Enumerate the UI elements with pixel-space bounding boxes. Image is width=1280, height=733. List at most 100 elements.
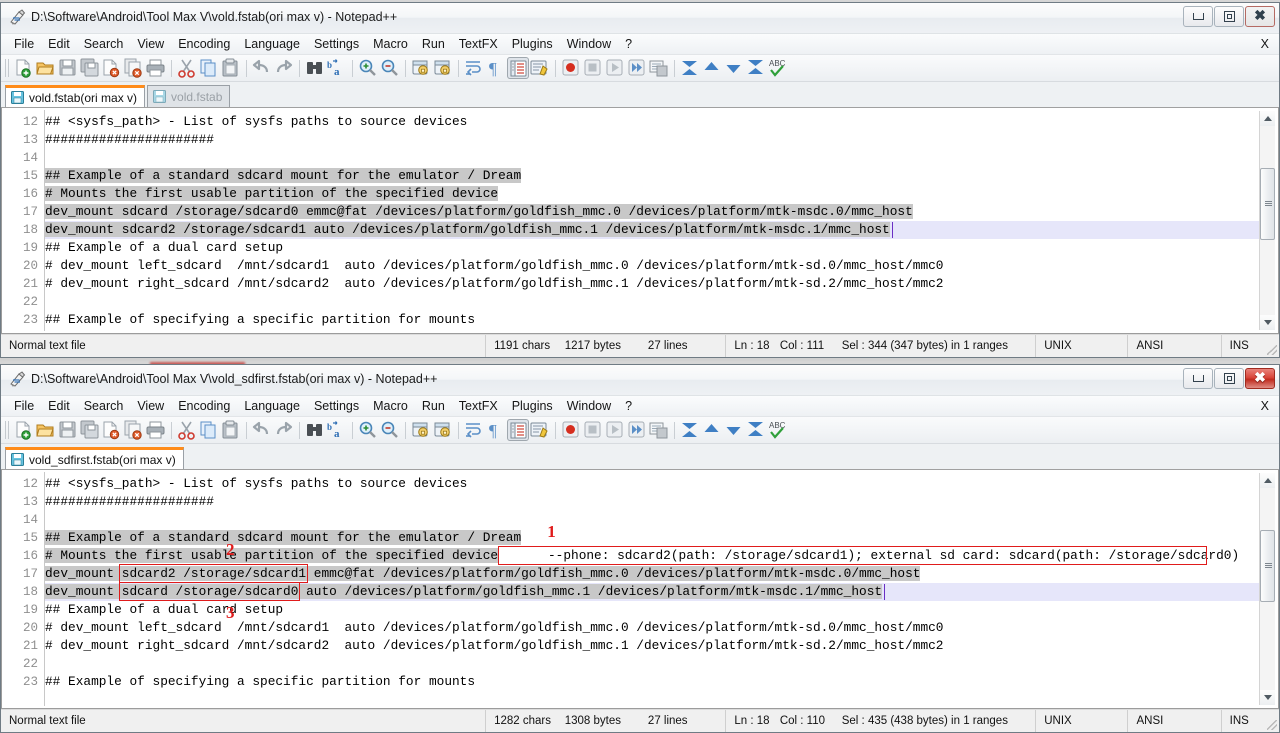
tabbar-window-2[interactable]: vold_sdfirst.fstab(ori max v) — [1, 444, 1279, 470]
code-line[interactable]: # Mounts the first usable partition of t… — [45, 547, 499, 565]
collapse-all-icon[interactable] — [679, 57, 701, 79]
scroll-up-icon[interactable] — [1260, 111, 1275, 126]
notepadpp-window-2[interactable]: D:\Software\Android\Tool Max V\vold_sdfi… — [0, 364, 1280, 733]
save-macro-icon[interactable] — [648, 419, 670, 441]
expand-all-icon[interactable] — [745, 419, 767, 441]
code-line[interactable]: ###################### — [45, 493, 214, 511]
spell-check-icon[interactable]: ABC — [767, 57, 789, 79]
menu-item-macro[interactable]: Macro — [366, 36, 415, 52]
code-line[interactable]: dev_mount sdcard2 /storage/sdcard1 auto … — [45, 221, 890, 239]
show-all-chars-icon[interactable]: ¶ — [485, 419, 507, 441]
menu-item-search[interactable]: Search — [77, 36, 131, 52]
code-line[interactable]: # dev_mount right_sdcard /mnt/sdcard2 au… — [45, 275, 944, 293]
record-macro-icon[interactable] — [560, 57, 582, 79]
menu-item-settings[interactable]: Settings — [307, 398, 366, 414]
close-all-icon[interactable] — [123, 57, 145, 79]
minimize-button[interactable] — [1183, 368, 1213, 389]
code-area-1[interactable]: ## <sysfs_path> - List of sysfs paths to… — [45, 110, 1260, 331]
print-icon[interactable] — [145, 419, 167, 441]
code-line[interactable]: ## Example of specifying a specific part… — [45, 673, 475, 691]
tabbar-window-1[interactable]: vold.fstab(ori max v) vold.fstab — [1, 82, 1279, 108]
indent-guide-icon[interactable] — [507, 57, 529, 79]
menu-item-language[interactable]: Language — [237, 36, 307, 52]
run-macro-multiple-icon[interactable] — [626, 57, 648, 79]
menu-item-run[interactable]: Run — [415, 398, 452, 414]
menu-item-plugins[interactable]: Plugins — [505, 36, 560, 52]
expand-level-icon[interactable] — [723, 419, 745, 441]
code-line[interactable]: dev_mount sdcard2 /storage/sdcard1 emmc@… — [45, 565, 921, 583]
code-line[interactable]: ###################### — [45, 131, 214, 149]
close-document-button[interactable]: X — [1261, 37, 1269, 51]
toolbar-grip[interactable] — [5, 421, 10, 439]
window-controls-2[interactable]: ✖ — [1182, 368, 1275, 389]
expand-all-icon[interactable] — [745, 57, 767, 79]
menu-item-encoding[interactable]: Encoding — [171, 36, 237, 52]
redo-icon[interactable] — [273, 419, 295, 441]
save-all-icon[interactable] — [79, 57, 101, 79]
collapse-level-icon[interactable] — [701, 419, 723, 441]
find-icon[interactable] — [304, 419, 326, 441]
code-line[interactable]: dev_mount sdcard /storage/sdcard0 emmc@f… — [45, 203, 913, 221]
scrollbar-thumb[interactable] — [1260, 530, 1275, 602]
toolbar-window-2[interactable]: b a ¶ ABC — [1, 417, 1279, 444]
toolbar-grip[interactable] — [5, 59, 10, 77]
close-file-icon[interactable] — [101, 57, 123, 79]
code-line[interactable]: ## <sysfs_path> - List of sysfs paths to… — [45, 475, 467, 493]
expand-level-icon[interactable] — [723, 57, 745, 79]
titlebar-window-1[interactable]: D:\Software\Android\Tool Max V\vold.fsta… — [1, 3, 1279, 34]
undo-icon[interactable] — [251, 57, 273, 79]
code-line[interactable]: ## Example of a standard sdcard mount fo… — [45, 167, 522, 185]
menu-item-view[interactable]: View — [130, 36, 171, 52]
paste-icon[interactable] — [220, 57, 242, 79]
menu-item-edit[interactable]: Edit — [41, 398, 77, 414]
close-document-button[interactable]: X — [1261, 399, 1269, 413]
vertical-scrollbar-1[interactable] — [1259, 111, 1275, 330]
code-line[interactable]: ## Example of a dual card setup — [45, 601, 283, 619]
menu-item-textfx[interactable]: TextFX — [452, 36, 505, 52]
scroll-down-icon[interactable] — [1260, 690, 1275, 705]
menu-item-encoding[interactable]: Encoding — [171, 398, 237, 414]
save-icon[interactable] — [57, 57, 79, 79]
collapse-all-icon[interactable] — [679, 419, 701, 441]
menu-item-help[interactable]: ? — [618, 36, 639, 52]
stop-recording-icon[interactable] — [582, 419, 604, 441]
menu-item-help[interactable]: ? — [618, 398, 639, 414]
code-line[interactable]: # dev_mount left_sdcard /mnt/sdcard1 aut… — [45, 619, 944, 637]
close-button[interactable]: ✖ — [1245, 368, 1275, 389]
tab-vold-sdfirst-fstab-ori-max-v[interactable]: vold_sdfirst.fstab(ori max v) — [5, 447, 184, 469]
titlebar-window-2[interactable]: D:\Software\Android\Tool Max V\vold_sdfi… — [1, 365, 1279, 396]
menubar-window-2[interactable]: File Edit Search View Encoding Language … — [1, 396, 1279, 417]
record-macro-icon[interactable] — [560, 419, 582, 441]
copy-icon[interactable] — [198, 419, 220, 441]
user-defined-dialog-icon[interactable] — [529, 57, 551, 79]
code-area-2[interactable]: ## <sysfs_path> - List of sysfs paths to… — [45, 472, 1260, 706]
menu-item-edit[interactable]: Edit — [41, 36, 77, 52]
menu-item-macro[interactable]: Macro — [366, 398, 415, 414]
sync-vertical-scroll-icon[interactable] — [410, 57, 432, 79]
save-icon[interactable] — [57, 419, 79, 441]
menu-item-file[interactable]: File — [7, 36, 41, 52]
scrollbar-thumb[interactable] — [1260, 168, 1275, 240]
vertical-scrollbar-2[interactable] — [1259, 473, 1275, 705]
new-file-icon[interactable] — [13, 419, 35, 441]
save-all-icon[interactable] — [79, 419, 101, 441]
menu-item-textfx[interactable]: TextFX — [452, 398, 505, 414]
code-line[interactable]: ## Example of a standard sdcard mount fo… — [45, 529, 522, 547]
window-controls-1[interactable]: ✖ — [1182, 6, 1275, 27]
stop-recording-icon[interactable] — [582, 57, 604, 79]
show-all-chars-icon[interactable]: ¶ — [485, 57, 507, 79]
collapse-level-icon[interactable] — [701, 57, 723, 79]
maximize-button[interactable] — [1214, 6, 1244, 27]
indent-guide-icon[interactable] — [507, 419, 529, 441]
word-wrap-icon[interactable] — [463, 419, 485, 441]
notepadpp-window-1[interactable]: D:\Software\Android\Tool Max V\vold.fsta… — [0, 2, 1280, 358]
maximize-button[interactable] — [1214, 368, 1244, 389]
zoom-in-icon[interactable] — [357, 57, 379, 79]
editor-window-2[interactable]: 12 13 14 15 16 17 18 19 20 21 22 23 ## <sysfs_path>… — [1, 470, 1279, 709]
undo-icon[interactable] — [251, 419, 273, 441]
menu-item-plugins[interactable]: Plugins — [505, 398, 560, 414]
zoom-out-icon[interactable] — [379, 419, 401, 441]
scroll-up-icon[interactable] — [1260, 473, 1275, 488]
menubar-window-1[interactable]: File Edit Search View Encoding Language … — [1, 34, 1279, 55]
print-icon[interactable] — [145, 57, 167, 79]
